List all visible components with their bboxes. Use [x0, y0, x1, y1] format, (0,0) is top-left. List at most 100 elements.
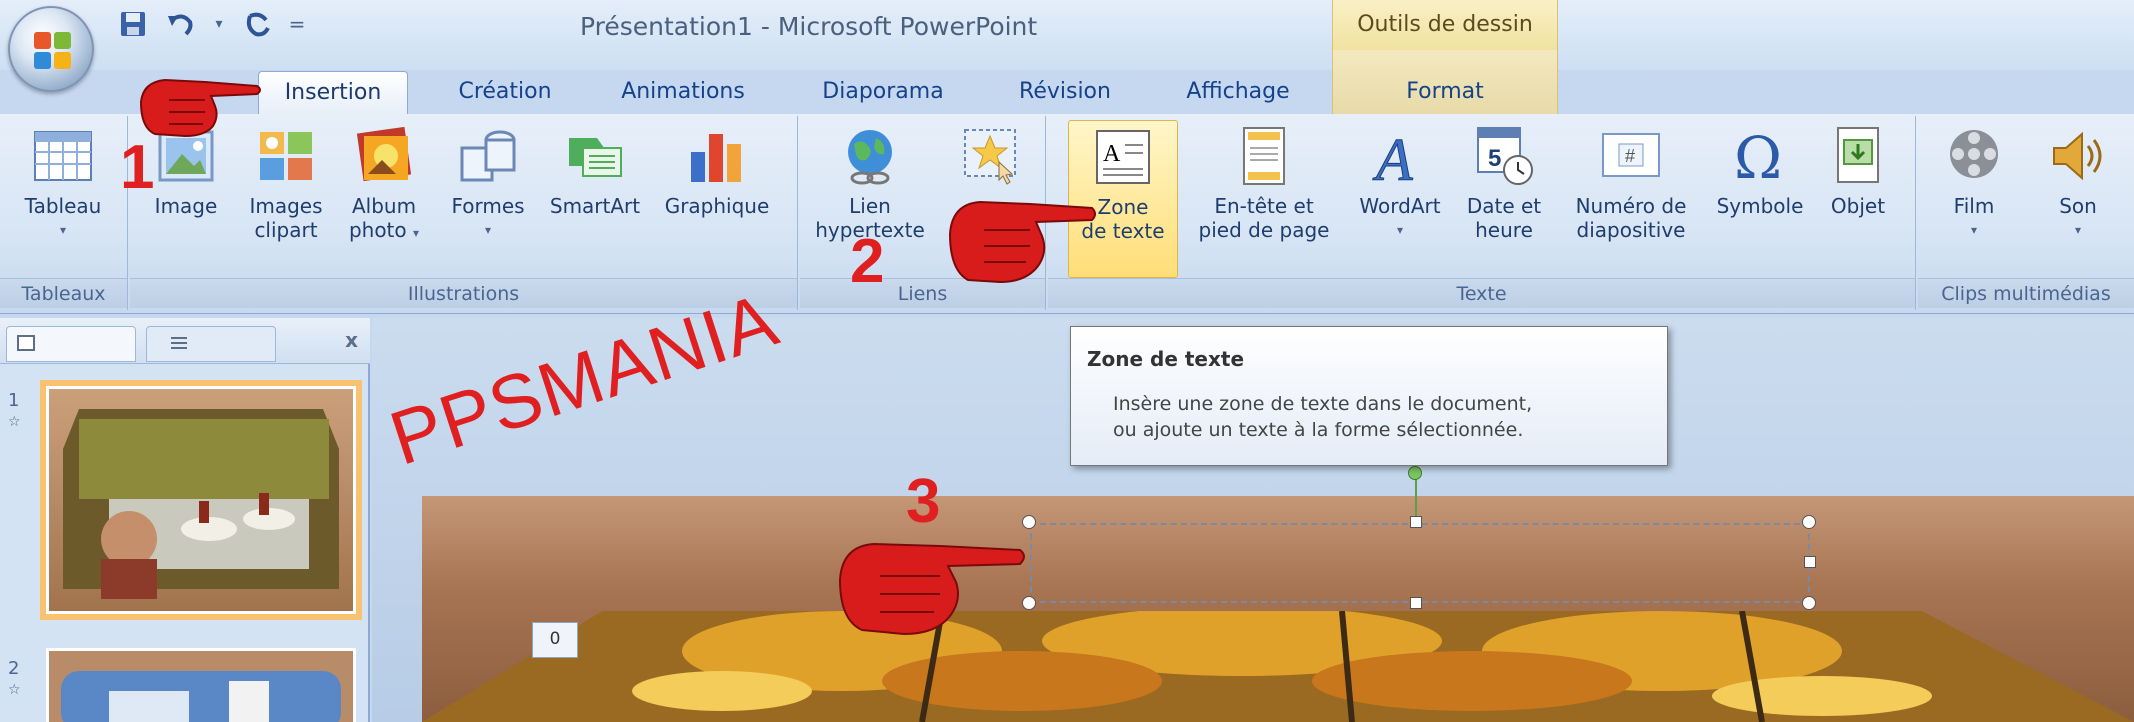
chevron-down-icon: ▾ — [59, 223, 67, 237]
en-tete-pied-button[interactable]: En-tête et pied de page — [1180, 120, 1348, 242]
tab-animations[interactable]: Animations — [608, 71, 758, 115]
tab-revision[interactable]: Révision — [1000, 71, 1130, 115]
entete-label-2: pied de page — [1198, 218, 1330, 242]
slide-1-picture — [49, 389, 353, 611]
pointing-hand-icon — [139, 78, 261, 138]
rotation-handle[interactable] — [1408, 466, 1422, 480]
son-label: Son — [2059, 194, 2097, 218]
tab-affichage[interactable]: Affichage — [1168, 71, 1308, 115]
symbole-button[interactable]: Ω Symbole — [1712, 120, 1808, 218]
formes-label: Formes — [451, 194, 525, 218]
chevron-down-icon: ▾ — [1396, 223, 1404, 237]
graphique-button[interactable]: Graphique — [652, 120, 782, 218]
omega-icon: Ω — [1728, 124, 1792, 192]
slide-thumbnail-1[interactable] — [40, 380, 362, 620]
chevron-down-icon: ▾ — [2074, 223, 2082, 237]
date-heure-button[interactable]: 5 Date et heure — [1454, 120, 1554, 242]
speaker-icon — [2046, 124, 2110, 188]
tab-outline[interactable] — [146, 326, 276, 362]
smartart-label: SmartArt — [549, 194, 641, 218]
svg-text:#: # — [1625, 146, 1635, 166]
quick-access-toolbar: ▾ = — [116, 8, 306, 40]
numero-label-1: Numéro de — [1575, 194, 1687, 218]
header-footer-icon — [1232, 124, 1296, 188]
resize-handle-b[interactable] — [1410, 597, 1422, 609]
slide-number-1: 1 — [8, 390, 20, 411]
text-box-icon: A — [1091, 125, 1155, 189]
numero-label-2: diapositive — [1576, 218, 1686, 242]
action-button[interactable] — [946, 120, 1036, 194]
slide-2-picture — [49, 651, 353, 722]
undo-dropdown-icon[interactable]: ▾ — [212, 9, 226, 39]
calendar-clock-icon: 5 — [1472, 124, 1536, 188]
outline-view-icon — [171, 337, 187, 349]
date-label-1: Date et — [1466, 194, 1542, 218]
close-panel-icon[interactable]: x — [345, 328, 358, 352]
smartart-icon — [563, 124, 627, 188]
resize-handle-tr[interactable] — [1802, 515, 1816, 529]
tab-diaporama[interactable]: Diaporama — [808, 71, 958, 115]
wordart-label: WordArt — [1359, 194, 1441, 218]
group-label-texte: Texte — [1048, 278, 1915, 308]
symbole-label: Symbole — [1716, 194, 1804, 218]
slide-number-icon: # — [1599, 124, 1663, 188]
tab-insertion[interactable]: Insertion — [258, 71, 408, 115]
tab-format[interactable]: Format — [1380, 71, 1510, 115]
tooltip-line-1: Insère une zone de texte dans le documen… — [1113, 393, 1533, 415]
lien-hypertexte-button[interactable]: Lien hypertexte — [808, 120, 932, 242]
page-counter: 0 — [532, 622, 578, 658]
resize-handle-br[interactable] — [1802, 596, 1816, 610]
wordart-button[interactable]: A WordArt ▾ — [1344, 120, 1456, 242]
objet-button[interactable]: Objet — [1810, 120, 1906, 218]
redo-icon[interactable] — [240, 9, 274, 39]
film-label: Film — [1953, 194, 1995, 218]
tableau-label: Tableau — [24, 194, 102, 218]
chevron-down-icon: ▾ — [484, 223, 492, 237]
office-logo-icon — [34, 32, 72, 70]
album-photo-button[interactable]: Album photo ▾ — [336, 120, 432, 245]
wordart-icon: A — [1368, 124, 1432, 194]
step-number-1: 1 — [120, 133, 155, 202]
tab-slides[interactable] — [6, 326, 136, 362]
images-clipart-label-1: Images — [249, 194, 323, 218]
slides-view-icon — [17, 335, 35, 351]
ribbon-tabs: Insertion Création Animations Diaporama … — [0, 65, 2134, 115]
chevron-down-icon: ▾ — [1970, 223, 1978, 237]
date-label-2: heure — [1475, 218, 1533, 242]
numero-diapositive-button[interactable]: # Numéro de diapositive — [1554, 120, 1708, 242]
save-icon[interactable] — [116, 9, 150, 39]
pointing-hand-icon — [838, 542, 1025, 636]
film-button[interactable]: Film ▾ — [1926, 120, 2022, 242]
selected-text-box[interactable] — [1030, 523, 1810, 603]
resize-handle-tl[interactable] — [1022, 515, 1036, 529]
tab-creation[interactable]: Création — [440, 71, 570, 115]
formes-button[interactable]: Formes ▾ — [440, 120, 536, 242]
shapes-icon — [456, 124, 520, 188]
tableau-button[interactable]: Tableau ▾ — [4, 120, 122, 278]
group-tableaux: Tableau ▾ Tableaux — [0, 116, 128, 310]
svg-text:5: 5 — [1488, 145, 1501, 172]
tooltip-line-2: ou ajoute un texte à la forme sélectionn… — [1113, 419, 1524, 441]
tooltip-zone-de-texte: Zone de texte Insère une zone de texte d… — [1070, 326, 1668, 466]
undo-icon[interactable] — [164, 9, 198, 39]
images-clipart-label-2: clipart — [254, 218, 318, 242]
slides-panel: x 1 ☆ 2 ☆ — [0, 318, 370, 722]
son-button[interactable]: Son ▾ — [2030, 120, 2126, 242]
album-photo-label-1: Album — [351, 194, 417, 218]
pointing-hand-icon — [948, 200, 1096, 284]
customize-icon[interactable]: = — [288, 9, 306, 39]
group-illustrations: Image Images clipart Album photo ▾ Forme… — [130, 116, 798, 310]
tooltip-title: Zone de texte — [1087, 347, 1245, 371]
slide-thumbnail-2[interactable] — [46, 648, 356, 722]
resize-handle-t[interactable] — [1410, 516, 1422, 528]
smartart-button[interactable]: SmartArt — [536, 120, 654, 218]
globe-link-icon — [838, 124, 902, 188]
svg-text:A: A — [1372, 127, 1413, 188]
film-reel-icon — [1942, 124, 2006, 188]
office-button[interactable] — [8, 6, 94, 92]
resize-handle-r[interactable] — [1804, 556, 1816, 568]
group-clips: Film ▾ Son ▾ Clips multimédias — [1918, 116, 2134, 310]
step-number-2: 2 — [850, 227, 885, 296]
table-icon — [31, 124, 95, 188]
autumn-forest-picture — [422, 611, 2134, 722]
